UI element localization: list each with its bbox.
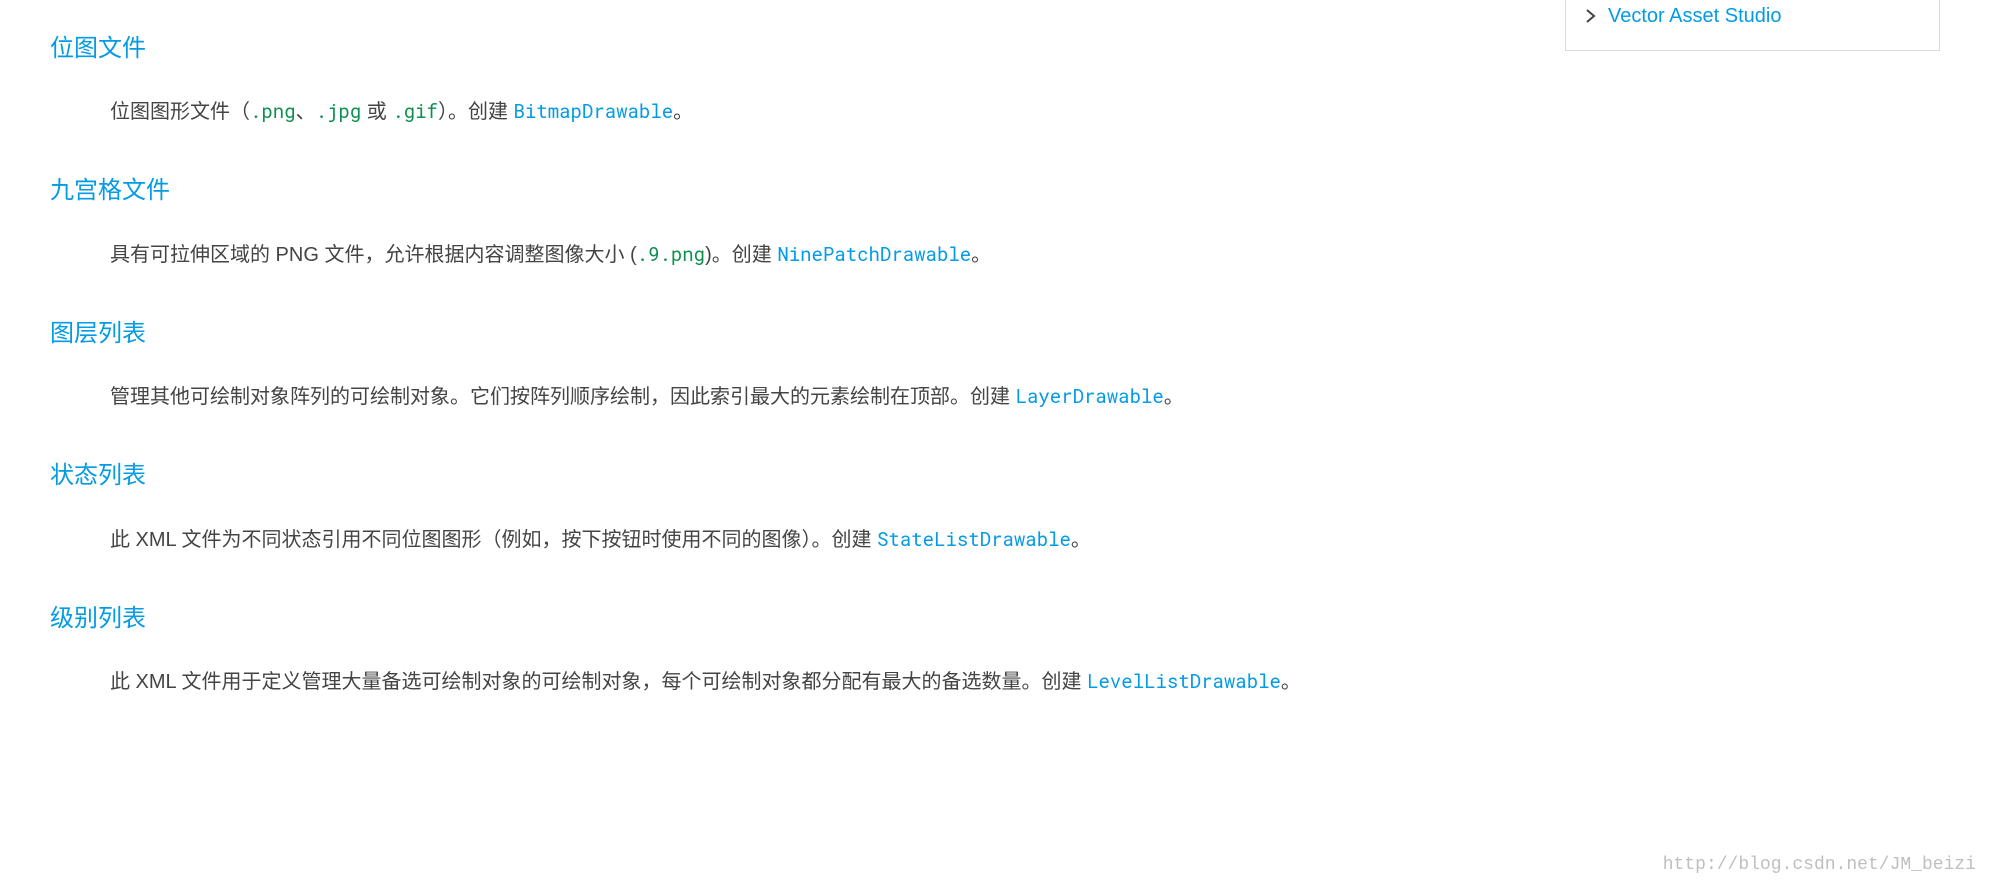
desc-text: )。创建 xyxy=(705,244,777,266)
sidebar-item-vector-asset-studio[interactable]: Vector Asset Studio xyxy=(1586,0,1919,36)
desc-text: 。 xyxy=(971,244,991,266)
code-ext-png: .png xyxy=(250,99,296,124)
desc-layer-list: 管理其他可绘制对象阵列的可绘制对象。它们按阵列顺序绘制，因此索引最大的元素绘制在… xyxy=(110,381,1940,413)
desc-state-list: 此 XML 文件为不同状态引用不同位图图形（例如，按下按钮时使用不同的图像）。创… xyxy=(110,524,1940,556)
desc-level-list: 此 XML 文件用于定义管理大量备选可绘制对象的可绘制对象，每个可绘制对象都分配… xyxy=(110,666,1940,698)
desc-bitmap-file: 位图图形文件（.png、.jpg 或 .gif）。创建 BitmapDrawab… xyxy=(110,96,1940,128)
desc-text: 位图图形文件（ xyxy=(110,101,250,123)
term-link-layer-list[interactable]: 图层列表 xyxy=(50,320,146,347)
term-layer-list: 图层列表 xyxy=(50,315,1940,353)
api-link-layerdrawable[interactable]: LayerDrawable xyxy=(1016,384,1164,409)
term-link-state-list[interactable]: 状态列表 xyxy=(50,462,146,489)
desc-ninepatch-file: 具有可拉伸区域的 PNG 文件，允许根据内容调整图像大小 (.9.png)。创建… xyxy=(110,239,1940,271)
term-state-list: 状态列表 xyxy=(50,457,1940,495)
term-link-level-list[interactable]: 级别列表 xyxy=(50,605,146,632)
api-link-statelistdrawable[interactable]: StateListDrawable xyxy=(877,527,1071,552)
desc-text: 具有可拉伸区域的 PNG 文件，允许根据内容调整图像大小 ( xyxy=(110,244,637,266)
sidebar-item-label: Vector Asset Studio xyxy=(1608,0,1781,32)
watermark-text: http://blog.csdn.net/JM_beizi xyxy=(1663,851,1976,880)
code-sep: 或 xyxy=(361,101,392,123)
term-link-ninepatch-file[interactable]: 九宫格文件 xyxy=(50,177,170,204)
term-ninepatch-file: 九宫格文件 xyxy=(50,172,1940,210)
sidebar-related-box: Vector Asset Studio xyxy=(1565,0,1940,51)
term-link-bitmap-file[interactable]: 位图文件 xyxy=(50,35,146,62)
desc-text: 。 xyxy=(673,101,693,123)
term-level-list: 级别列表 xyxy=(50,600,1940,638)
code-ext-9png: .9.png xyxy=(637,242,705,267)
desc-text: 管理其他可绘制对象阵列的可绘制对象。它们按阵列顺序绘制，因此索引最大的元素绘制在… xyxy=(110,386,1016,408)
code-ext-jpg: .jpg xyxy=(316,99,362,124)
code-ext-gif: .gif xyxy=(392,99,438,124)
api-link-bitmapdrawable[interactable]: BitmapDrawable xyxy=(514,99,674,124)
api-link-ninepatchdrawable[interactable]: NinePatchDrawable xyxy=(777,242,971,267)
api-link-levellistdrawable[interactable]: LevelListDrawable xyxy=(1087,669,1281,694)
desc-text: 。 xyxy=(1164,386,1184,408)
chevron-right-icon xyxy=(1586,9,1596,23)
definition-list: 位图文件 位图图形文件（.png、.jpg 或 .gif）。创建 BitmapD… xyxy=(50,30,1940,698)
desc-text: 。 xyxy=(1281,671,1301,693)
desc-text: 此 XML 文件用于定义管理大量备选可绘制对象的可绘制对象，每个可绘制对象都分配… xyxy=(110,671,1087,693)
page-root: Vector Asset Studio 位图文件 位图图形文件（.png、.jp… xyxy=(0,0,1990,890)
desc-text: 。 xyxy=(1071,529,1091,551)
desc-text: ）。创建 xyxy=(438,101,514,123)
code-sep: 、 xyxy=(296,101,316,123)
desc-text: 此 XML 文件为不同状态引用不同位图图形（例如，按下按钮时使用不同的图像）。创… xyxy=(110,529,877,551)
